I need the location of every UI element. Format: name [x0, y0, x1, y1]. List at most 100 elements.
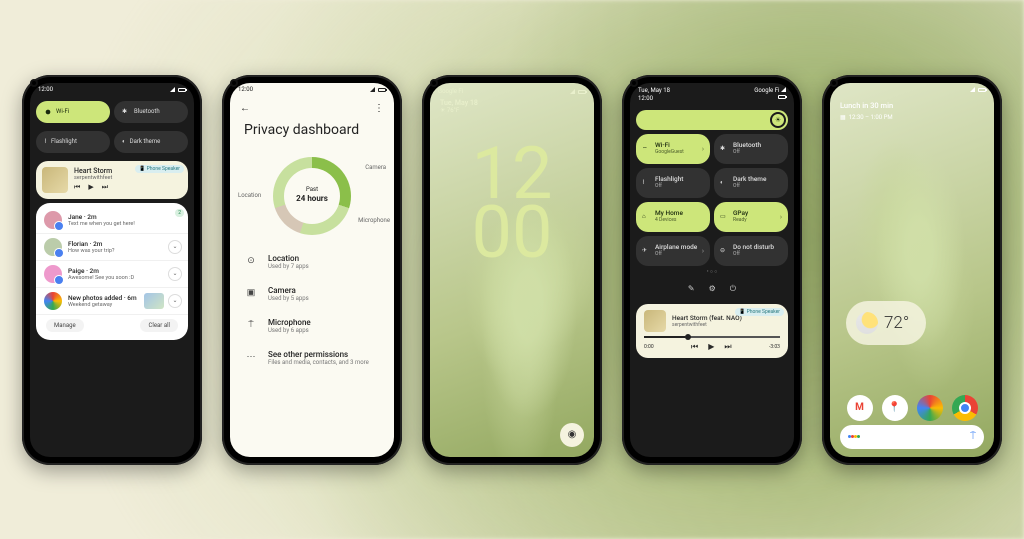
settings-icon[interactable]: ⚙	[709, 284, 716, 294]
output-chip[interactable]: 📱 Phone Speaker	[135, 165, 184, 173]
qs-bluetooth[interactable]: ✱Bluetooth	[114, 101, 188, 123]
count-badge: 2	[175, 209, 184, 217]
phone-privacy-dashboard: 12:00 ← ⋮ Privacy dashboard Camera Micro…	[222, 75, 402, 465]
media-time-remaining: -3:03	[769, 344, 780, 350]
at-a-glance-title[interactable]: Lunch in 30 min	[830, 97, 994, 114]
weather-widget[interactable]: 72°	[846, 301, 926, 345]
bluetooth-icon: ✱	[122, 108, 130, 116]
next-icon[interactable]: ⏭	[102, 183, 108, 192]
chevron-right-icon[interactable]: ›	[702, 145, 704, 153]
lockscreen-weather: ☀ 76°F	[430, 107, 594, 114]
media-artist: serpentwithfeet	[74, 175, 182, 181]
page-title: Privacy dashboard	[230, 120, 394, 146]
play-icon[interactable]: ▶	[708, 342, 714, 352]
search-bar[interactable]: ⍑	[840, 425, 984, 449]
media-card[interactable]: 📱 Phone Speaker Heart Storm (feat. NAO)s…	[636, 304, 788, 358]
qs-dark-theme[interactable]: ◐Dark themeOff	[714, 168, 788, 198]
mic-icon[interactable]: ⍑	[970, 431, 976, 442]
camera-shortcut-button[interactable]: ◉	[560, 423, 584, 447]
media-progress[interactable]	[644, 336, 780, 338]
notification-item[interactable]: Florian · 2mHow was your trip? ⌄	[36, 234, 188, 261]
edit-icon[interactable]: ✎	[688, 284, 695, 294]
page-indicator: • ○ ○	[630, 266, 794, 278]
qs-wifi[interactable]: Wi-Fi	[36, 101, 110, 123]
signal-icon	[170, 87, 175, 92]
flashlight-icon: ⌇	[642, 179, 650, 187]
lockscreen-date: Tue, May 18	[430, 97, 594, 107]
bluetooth-icon: ✱	[720, 145, 728, 153]
front-camera-hole	[830, 79, 838, 87]
notification-list: Jane · 2mText me when you get here! 2 Fl…	[36, 203, 188, 340]
carrier-label: Google Fi	[754, 87, 779, 94]
expand-icon[interactable]: ⌄	[168, 267, 182, 281]
app-badge-icon	[54, 275, 64, 285]
qs-wifi[interactable]: ⌔Wi-FiGoogleGuest›	[636, 134, 710, 164]
more-icon[interactable]: ⋮	[374, 103, 384, 114]
qs-flashlight[interactable]: ⌇FlashlightOff	[636, 168, 710, 198]
qs-airplane[interactable]: ✈Airplane modeOff›	[636, 236, 710, 266]
clear-all-button[interactable]: Clear all	[140, 319, 178, 332]
expand-icon[interactable]: ⌄	[168, 294, 182, 308]
permission-row-camera[interactable]: ▣CameraUsed by 5 apps	[244, 278, 380, 310]
maps-icon[interactable]: 📍	[882, 395, 908, 421]
dark-theme-icon: ◐	[720, 179, 728, 187]
media-artist: serpentwithfeet	[672, 322, 742, 328]
prev-icon[interactable]: ⏮	[74, 183, 80, 192]
signal-icon	[570, 89, 575, 94]
notification-item[interactable]: Paige · 2mAwesome! See you soon :D ⌄	[36, 261, 188, 288]
qs-dark-theme[interactable]: ◐Dark theme	[114, 131, 188, 153]
status-time: 12:00	[238, 86, 253, 93]
back-icon[interactable]: ←	[240, 103, 250, 114]
donut-label-microphone: Microphone	[358, 217, 390, 224]
next-icon[interactable]: ⏭	[724, 342, 731, 352]
wifi-icon	[44, 108, 52, 116]
front-camera-hole	[30, 79, 38, 87]
front-camera-hole	[230, 79, 238, 87]
media-card[interactable]: 📱 Phone Speaker Heart Storm serpentwithf…	[36, 161, 188, 199]
permission-row-microphone[interactable]: ⍑MicrophoneUsed by 6 apps	[244, 310, 380, 342]
chevron-right-icon[interactable]: ›	[780, 213, 782, 221]
brightness-slider[interactable]: ☀	[636, 110, 788, 130]
play-icon[interactable]: ▶	[88, 183, 93, 192]
notification-item[interactable]: Jane · 2mText me when you get here! 2	[36, 207, 188, 234]
status-bar	[830, 83, 994, 97]
donut-label-camera: Camera	[365, 164, 386, 171]
photos-icon[interactable]	[917, 395, 943, 421]
google-icon	[848, 435, 860, 438]
expand-icon[interactable]: ⌄	[168, 240, 182, 254]
photos-icon	[44, 292, 62, 310]
gmail-icon[interactable]: M	[847, 395, 873, 421]
flashlight-icon: ⌇	[44, 138, 47, 145]
chrome-icon[interactable]	[952, 395, 978, 421]
app-dock: M 📍	[830, 395, 994, 421]
signal-icon	[781, 87, 786, 92]
calendar-icon: ▦	[840, 114, 846, 121]
qs-bluetooth[interactable]: ✱BluetoothOff	[714, 134, 788, 164]
qs-gpay[interactable]: ▭GPayReady›	[714, 202, 788, 232]
power-icon[interactable]: ⏻	[730, 284, 736, 294]
lockscreen-clock: 12 00	[430, 114, 594, 262]
permission-row-other[interactable]: ⋯See other permissionsFiles and media, c…	[244, 342, 380, 374]
carrier-label: Google Fi	[438, 88, 463, 95]
status-bar: 12:00	[30, 83, 194, 97]
donut-label-location: Location	[238, 192, 261, 199]
output-chip[interactable]: 📱 Phone Speaker	[735, 308, 784, 316]
qs-flashlight[interactable]: ⌇Flashlight	[36, 131, 110, 153]
qs-home[interactable]: ⌂My Home4 Devices	[636, 202, 710, 232]
app-badge-icon	[54, 248, 64, 258]
notification-item[interactable]: New photos added · 6mWeekend getaway ⌄	[36, 288, 188, 315]
avatar	[44, 265, 62, 283]
phone-quick-settings: Tue, May 18Google Fi 12:00 ☀ ⌔Wi-FiGoogl…	[622, 75, 802, 465]
location-icon: ⊙	[244, 254, 258, 268]
mic-icon: ⍑	[244, 318, 258, 332]
chevron-right-icon[interactable]: ›	[702, 247, 704, 255]
brightness-icon: ☀	[770, 112, 786, 128]
prev-icon[interactable]: ⏮	[691, 342, 698, 352]
battery-icon	[578, 90, 586, 94]
status-bar: Tue, May 18Google Fi 12:00	[630, 83, 794, 106]
airplane-icon: ✈	[642, 247, 650, 255]
permission-row-location[interactable]: ⊙LocationUsed by 7 apps	[244, 246, 380, 278]
status-bar: 12:00	[230, 83, 394, 97]
qs-dnd[interactable]: ⊖Do not disturbOff	[714, 236, 788, 266]
manage-button[interactable]: Manage	[46, 319, 84, 332]
